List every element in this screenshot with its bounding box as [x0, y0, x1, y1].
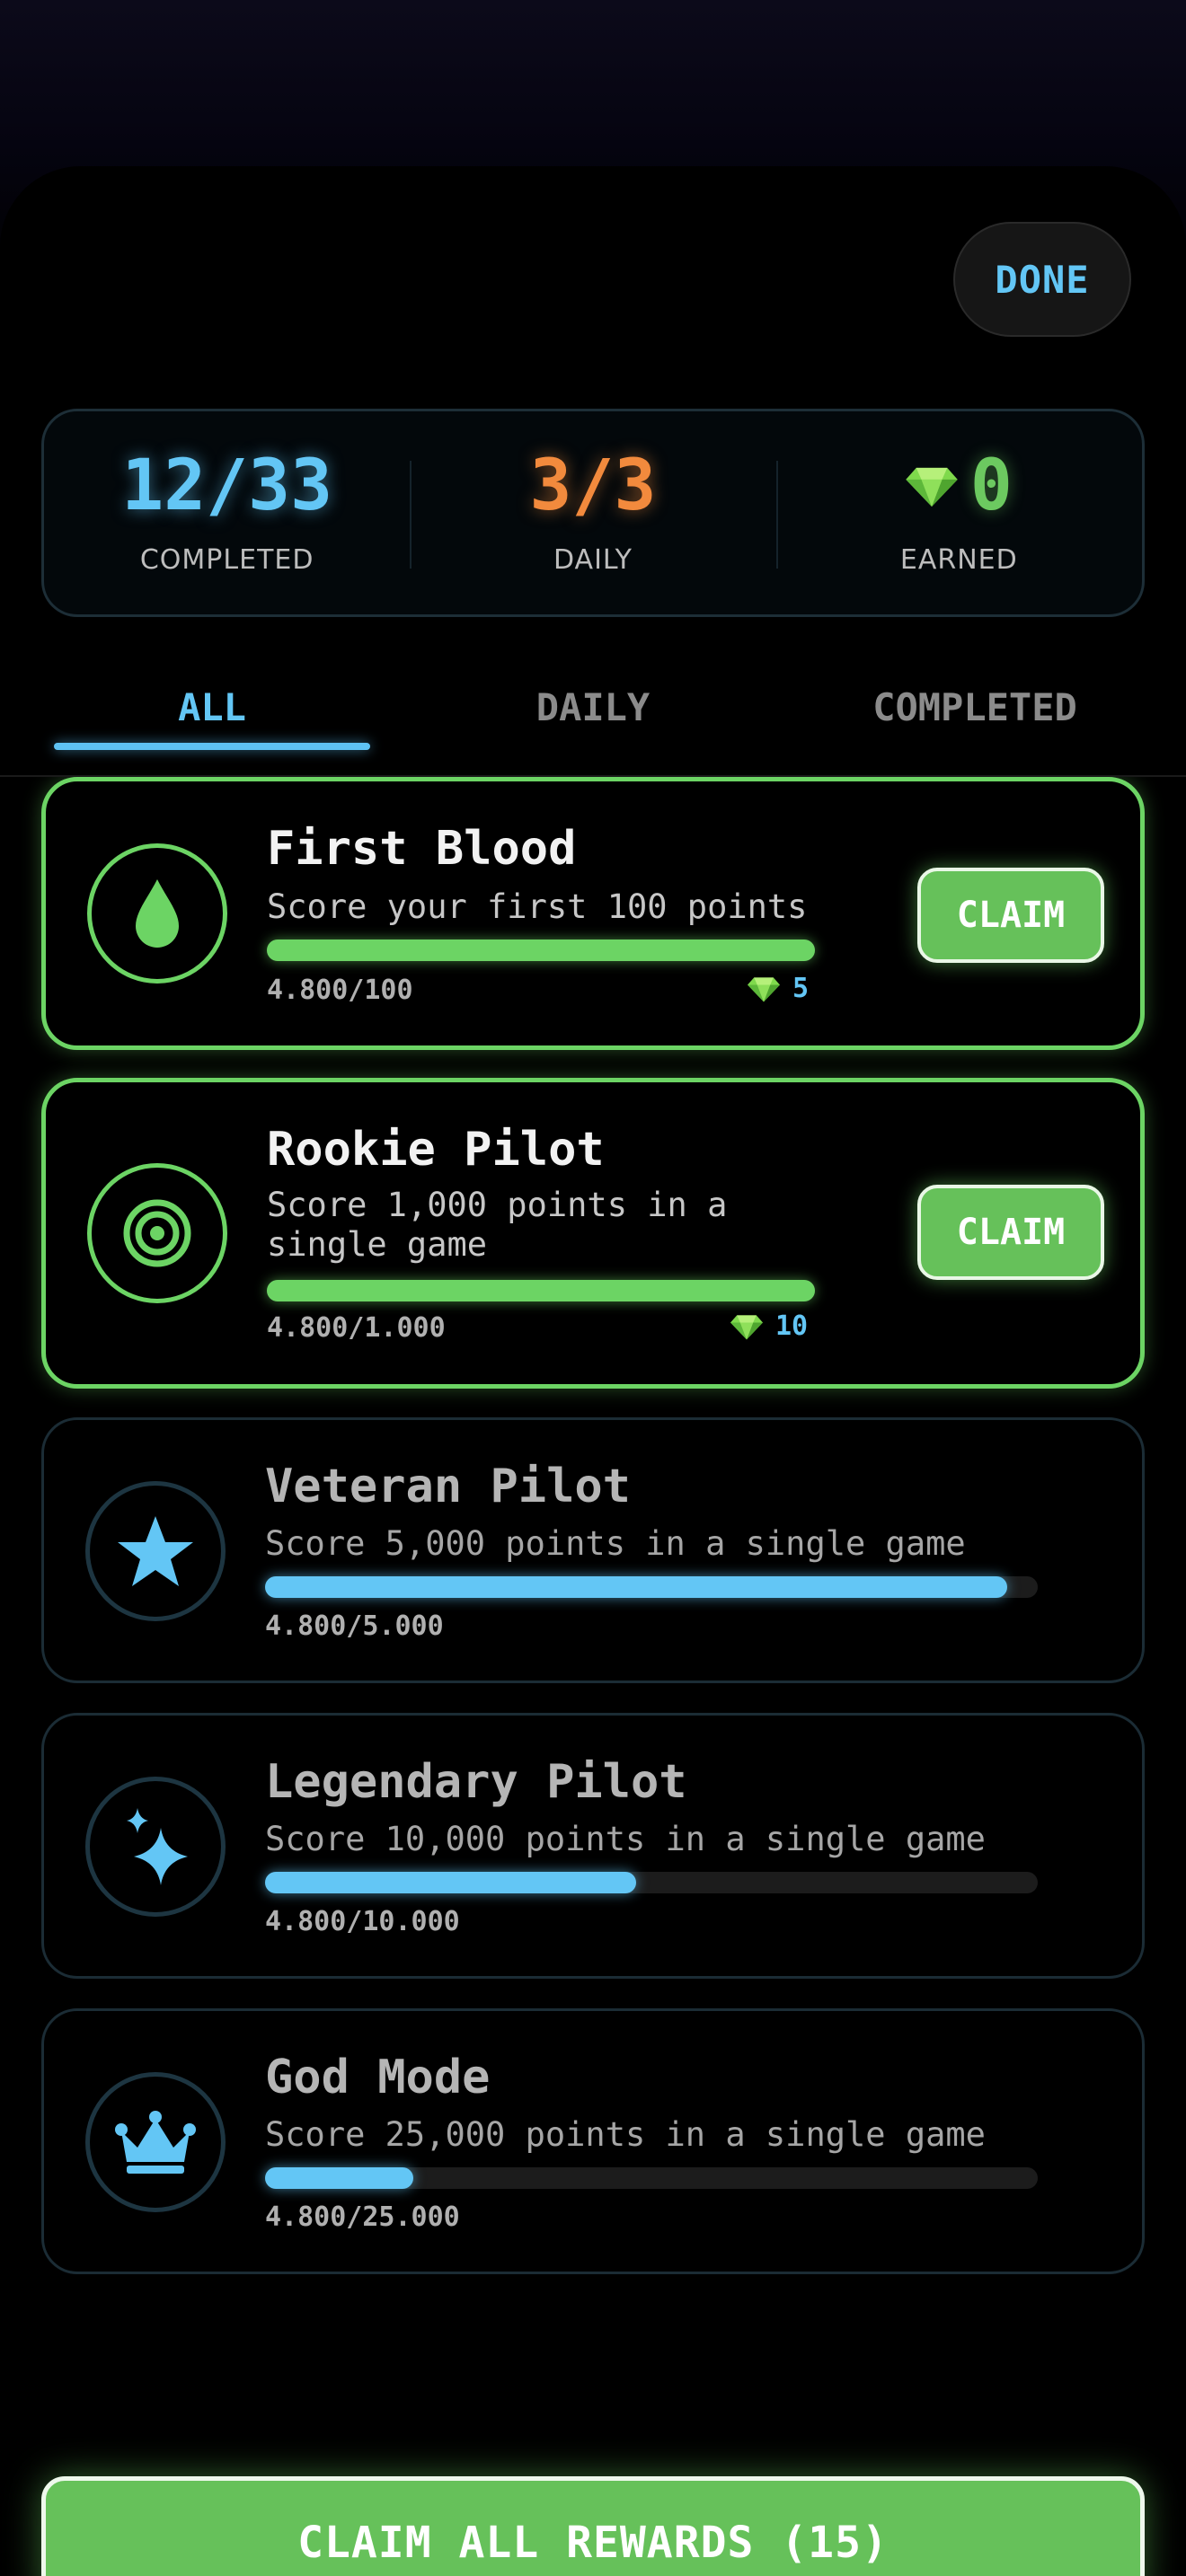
achievement-card-rookie-pilot: Rookie Pilot Score 1,000 points in a sin… — [41, 1078, 1145, 1389]
achievement-icon-ring — [85, 1481, 226, 1621]
achievement-title: Veteran Pilot — [265, 1460, 631, 1513]
stat-daily-label: DAILY — [553, 543, 633, 576]
achievement-card-god-mode: God Mode Score 25,000 points in a single… — [41, 2008, 1145, 2274]
achievement-card-legendary-pilot: Legendary Pilot Score 10,000 points in a… — [41, 1713, 1145, 1979]
progress-fill — [265, 2167, 414, 2189]
stat-earned-row: 0 — [906, 451, 1013, 521]
done-button[interactable]: DONE — [953, 222, 1131, 337]
achievements-sheet: DONE 12/33 COMPLETED 3/3 DAILY 0 EARNED … — [0, 166, 1186, 2576]
gem-icon — [906, 465, 958, 507]
tab-bar: ALL DAILY COMPLETED — [0, 669, 1186, 777]
tab-completed[interactable]: COMPLETED — [791, 669, 1159, 777]
achievement-icon-ring — [85, 1777, 226, 1917]
progress-text: 4.800/100 — [267, 975, 413, 1006]
stat-completed: 12/33 COMPLETED — [44, 411, 410, 614]
stat-earned: 0 EARNED — [775, 411, 1142, 614]
achievement-icon-ring — [85, 2072, 226, 2212]
achievement-title: God Mode — [265, 2051, 491, 2104]
achievement-icon-ring — [87, 1163, 227, 1303]
progress-text: 4.800/25.000 — [265, 2201, 460, 2233]
achievement-list[interactable]: First Blood Score your first 100 points … — [0, 777, 1186, 2434]
gem-icon — [748, 975, 780, 1002]
progress-fill — [265, 1576, 1007, 1598]
claim-button[interactable]: CLAIM — [917, 868, 1104, 963]
stat-daily-value: 3/3 — [529, 445, 657, 526]
progress-text: 4.800/10.000 — [265, 1906, 460, 1937]
achievement-card-veteran-pilot: Veteran Pilot Score 5,000 points in a si… — [41, 1417, 1145, 1683]
achievement-description: Score 25,000 points in a single game — [265, 2115, 986, 2154]
progress-track — [265, 1576, 1038, 1598]
progress-fill — [267, 1280, 815, 1301]
progress-track — [265, 1872, 1038, 1893]
reward-amount: 5 — [748, 973, 809, 1004]
progress-track — [267, 940, 815, 961]
progress-text: 4.800/1.000 — [267, 1312, 446, 1344]
reward-value: 10 — [775, 1310, 809, 1342]
tab-active-indicator — [54, 743, 370, 750]
claim-button[interactable]: CLAIM — [917, 1185, 1104, 1280]
claim-all-rewards-button[interactable]: CLAIM ALL REWARDS (15) — [41, 2476, 1145, 2576]
tab-all[interactable]: ALL — [54, 669, 370, 777]
achievement-card-first-blood: First Blood Score your first 100 points … — [41, 777, 1145, 1050]
progress-fill — [267, 940, 815, 961]
achievement-title: Rookie Pilot — [267, 1123, 605, 1177]
stat-completed-label: COMPLETED — [139, 543, 314, 576]
achievement-description: Score your first 100 points — [267, 887, 808, 926]
stats-panel: 12/33 COMPLETED 3/3 DAILY 0 EARNED — [41, 409, 1145, 617]
star-icon — [118, 1516, 193, 1586]
stat-daily: 3/3 DAILY — [410, 411, 775, 614]
achievement-icon-ring — [87, 843, 227, 984]
progress-track — [267, 1280, 815, 1301]
achievement-description: Score 10,000 points in a single game — [265, 1820, 986, 1858]
gem-icon — [730, 1313, 763, 1340]
progress-track — [265, 2167, 1038, 2189]
target-icon — [123, 1199, 191, 1267]
tab-daily[interactable]: DAILY — [404, 669, 782, 777]
reward-amount: 10 — [730, 1310, 808, 1342]
crown-icon — [115, 2111, 196, 2174]
progress-fill — [265, 1872, 636, 1893]
stat-completed-value: 12/33 — [121, 445, 333, 526]
progress-text: 4.800/5.000 — [265, 1610, 444, 1642]
achievement-title: First Blood — [267, 822, 577, 876]
achievement-description: Score 5,000 points in a single game — [265, 1524, 966, 1563]
achievement-title: Legendary Pilot — [265, 1755, 687, 1809]
reward-value: 5 — [792, 973, 810, 1004]
stat-earned-label: EARNED — [899, 543, 1018, 576]
droplet-icon — [136, 879, 179, 948]
achievement-description: Score 1,000 points in a single game — [267, 1186, 728, 1264]
stat-earned-value: 0 — [969, 445, 1013, 526]
sparkles-icon — [127, 1808, 188, 1885]
